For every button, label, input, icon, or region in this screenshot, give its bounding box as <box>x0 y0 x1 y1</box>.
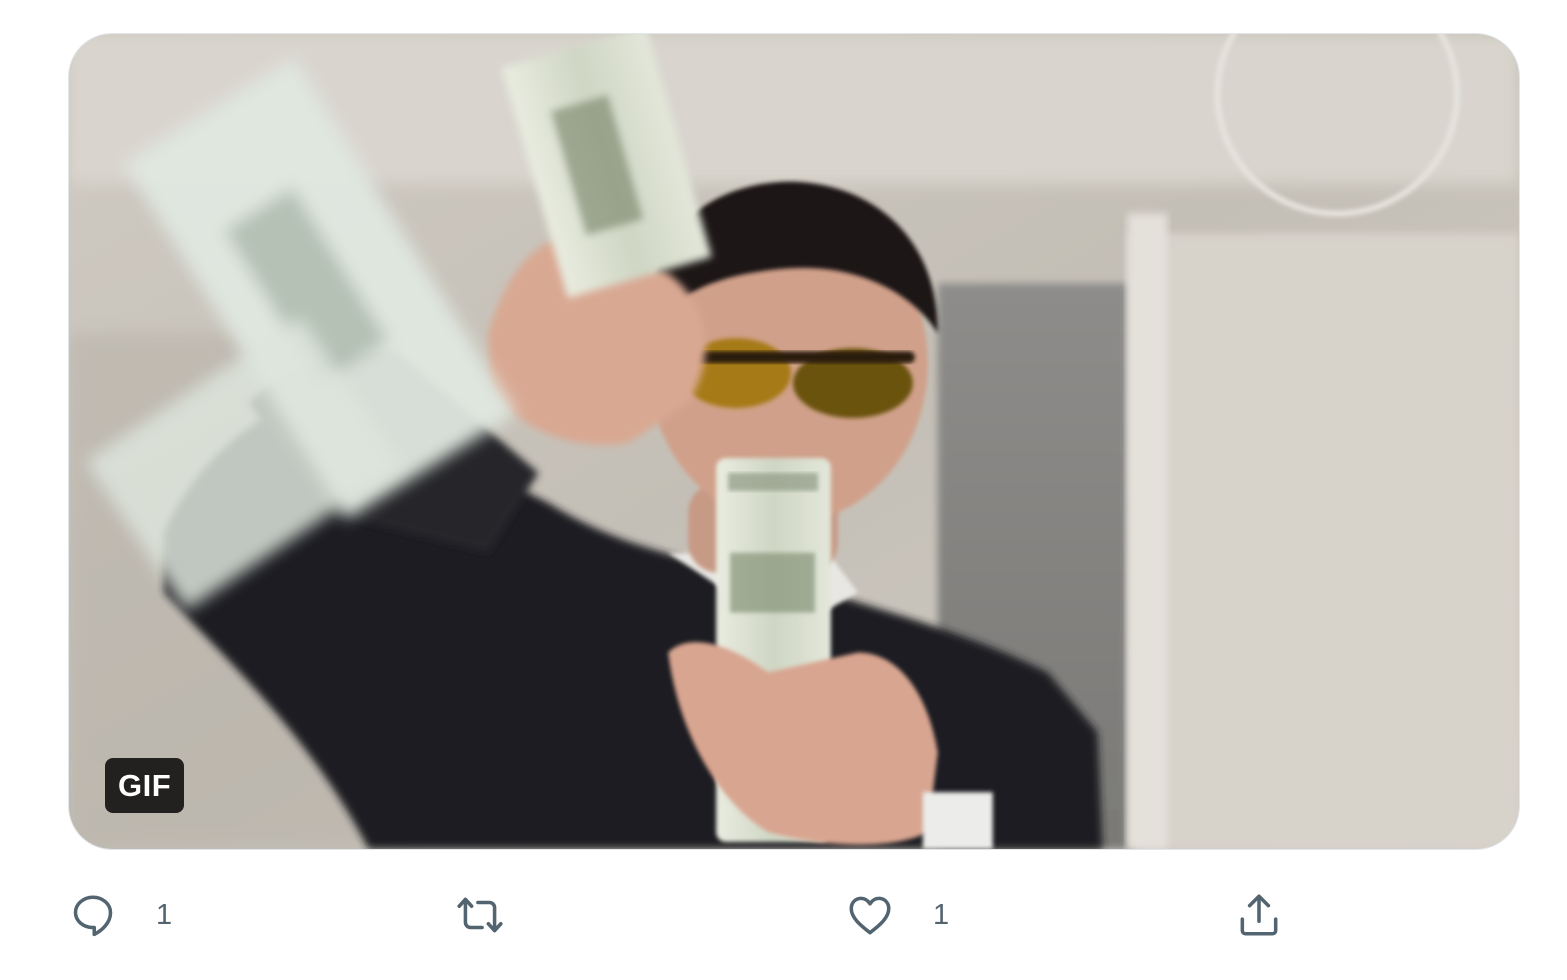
retweet-button[interactable] <box>455 880 543 950</box>
tweet-action-bar: 1 1 <box>0 880 1567 950</box>
heart-icon <box>849 896 891 935</box>
like-count: 1 <box>933 898 950 931</box>
share-button[interactable] <box>1234 880 1322 950</box>
retweet-icon <box>457 897 503 933</box>
reply-count: 1 <box>156 898 173 931</box>
reply-icon <box>73 895 113 937</box>
like-button[interactable]: 1 <box>845 880 949 950</box>
share-icon <box>1240 894 1278 936</box>
tweet-media-gif[interactable]: GIF <box>68 33 1520 850</box>
gif-frame-image <box>69 34 1519 849</box>
gif-badge: GIF <box>105 758 185 813</box>
reply-button[interactable]: 1 <box>68 880 172 950</box>
